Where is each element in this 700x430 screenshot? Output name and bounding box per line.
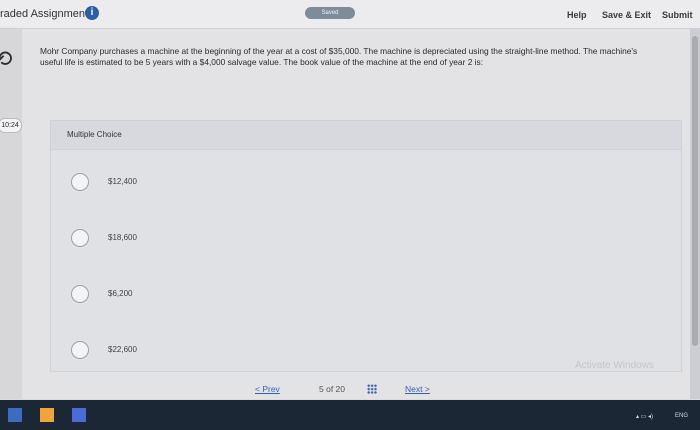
- browser-icon[interactable]: [40, 408, 54, 422]
- option-2[interactable]: $18,600: [71, 229, 271, 249]
- taskbar: [0, 400, 700, 430]
- option-3[interactable]: $6,200: [71, 285, 271, 305]
- panel-header: Multiple Choice: [51, 121, 681, 150]
- save-exit-link[interactable]: Save & Exit: [602, 10, 651, 20]
- grid-icon[interactable]: [367, 384, 377, 394]
- option-1[interactable]: $12,400: [71, 173, 271, 193]
- option-label[interactable]: $18,600: [108, 233, 137, 242]
- multiple-choice-label: Multiple Choice: [67, 130, 122, 139]
- option-4[interactable]: $22,600: [71, 341, 271, 361]
- left-strip: [0, 29, 22, 399]
- activate-windows-watermark: Activate Windows: [575, 360, 654, 371]
- scrollbar-thumb[interactable]: [692, 36, 698, 346]
- option-label[interactable]: $12,400: [108, 177, 137, 186]
- radio-icon[interactable]: [71, 229, 89, 247]
- tray-icons[interactable]: ▴ ▭ ◂): [636, 413, 653, 420]
- page-count: 5 of 20: [319, 384, 345, 394]
- saved-badge: Saved: [305, 7, 355, 19]
- radio-icon[interactable]: [71, 341, 89, 359]
- refresh-icon[interactable]: ⟲: [0, 46, 12, 72]
- info-icon[interactable]: i: [85, 6, 99, 20]
- radio-icon[interactable]: [71, 285, 89, 303]
- assignment-title: raded Assignment: [0, 8, 89, 20]
- prev-link[interactable]: < Prev: [255, 384, 280, 394]
- timer-badge: 10:24: [0, 118, 22, 133]
- start-icon[interactable]: [8, 408, 22, 422]
- multiple-choice-panel: Multiple Choice $12,400 $18,600 $6,200 $…: [50, 120, 682, 372]
- submit-link[interactable]: Submit: [662, 10, 693, 20]
- option-label[interactable]: $22,600: [108, 345, 137, 354]
- top-bar: raded Assignment i Saved Help Save & Exi…: [0, 0, 700, 29]
- language-indicator[interactable]: ENG: [675, 413, 688, 419]
- option-label[interactable]: $6,200: [108, 289, 132, 298]
- app-icon[interactable]: [72, 408, 86, 422]
- radio-icon[interactable]: [71, 173, 89, 191]
- next-link[interactable]: Next >: [405, 384, 430, 394]
- pagination: < Prev 5 of 20 Next >: [255, 382, 455, 398]
- question-text: Mohr Company purchases a machine at the …: [40, 46, 638, 67]
- help-link[interactable]: Help: [567, 10, 587, 20]
